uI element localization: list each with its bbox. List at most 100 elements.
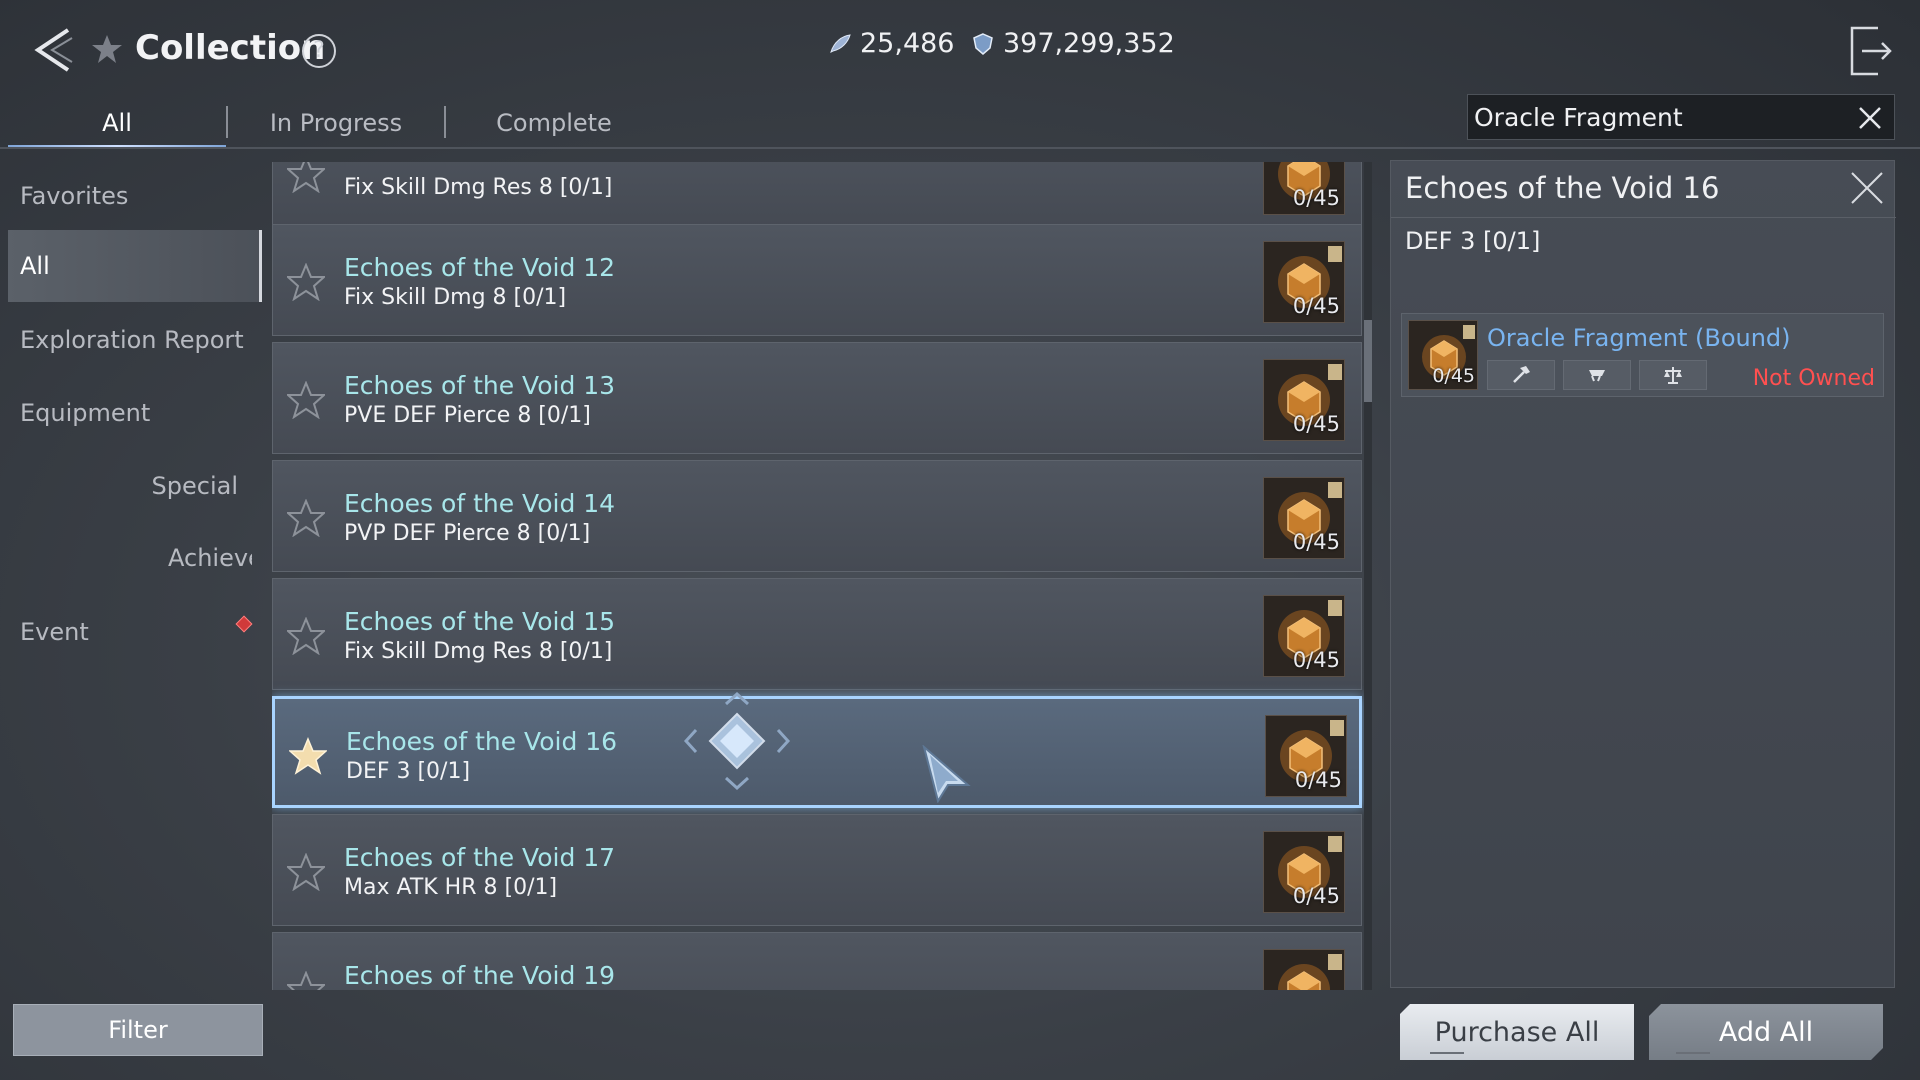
row-title: Echoes of the Void 19 bbox=[344, 961, 616, 990]
material-item-icon[interactable]: 0/45 bbox=[1408, 320, 1478, 390]
row-description: Fix Skill Dmg Res 8 [0/1] bbox=[344, 639, 613, 664]
row-title: Echoes of the Void 17 bbox=[344, 843, 616, 872]
tab-in-progress[interactable]: In Progress bbox=[228, 98, 444, 148]
scrollbar-track[interactable] bbox=[1364, 162, 1372, 990]
sidebar-item-exploration-report[interactable]: Exploration Report bbox=[8, 304, 262, 376]
tab-bar: All In Progress Complete bbox=[8, 98, 662, 148]
material-count: 0/45 bbox=[1292, 648, 1340, 672]
sidebar-item-all[interactable]: All bbox=[8, 230, 262, 302]
material-count: 0/45 bbox=[1292, 294, 1340, 318]
material-count: 0/45 bbox=[1294, 768, 1342, 792]
scale-icon bbox=[1664, 367, 1682, 384]
material-count: 0/45 bbox=[1292, 530, 1340, 554]
scrollbar-thumb[interactable] bbox=[1364, 320, 1372, 402]
row-title: Echoes of the Void 16 bbox=[346, 727, 618, 756]
sidebar-item-label: All bbox=[20, 252, 50, 280]
exit-icon[interactable] bbox=[1848, 24, 1894, 78]
page-title: Collection bbox=[135, 28, 326, 68]
favorite-star-icon[interactable] bbox=[287, 499, 325, 537]
shop-button[interactable] bbox=[1563, 360, 1631, 390]
list-item[interactable]: Echoes of the Void 19 bbox=[272, 932, 1362, 990]
row-description: Fix Skill Dmg 8 [0/1] bbox=[344, 285, 567, 310]
list-item[interactable]: Echoes of the Void 16 DEF 3 [0/1] 0/45 bbox=[272, 696, 1362, 808]
material-name[interactable]: Oracle Fragment (Bound) bbox=[1487, 324, 1791, 352]
detail-title: Echoes of the Void 16 bbox=[1405, 171, 1720, 205]
row-description: Fix Skill Dmg Res 8 [0/1] bbox=[344, 175, 613, 200]
currency-feather-value: 25,486 bbox=[860, 28, 955, 59]
list-item[interactable]: Echoes of the Void 17 Max ATK HR 8 [0/1] 0… bbox=[272, 814, 1362, 926]
detail-stat: DEF 3 [0/1] bbox=[1405, 227, 1541, 255]
row-description: PVP DEF Pierce 8 [0/1] bbox=[344, 521, 591, 546]
favorite-star-icon[interactable] bbox=[287, 971, 325, 990]
craft-button[interactable] bbox=[1487, 360, 1555, 390]
favorite-star-icon[interactable] bbox=[287, 162, 325, 193]
sidebar-item-special[interactable]: Special bbox=[8, 450, 252, 522]
favorite-star-icon[interactable] bbox=[287, 853, 325, 891]
material-actions bbox=[1487, 360, 1707, 390]
currency-feather: 25,486 bbox=[828, 28, 954, 59]
list-item[interactable]: Fix Skill Dmg Res 8 [0/1] 0/45 bbox=[272, 162, 1362, 228]
search-input[interactable] bbox=[1468, 95, 1838, 139]
favorite-star-icon[interactable] bbox=[289, 737, 327, 775]
material-item-icon[interactable]: 0/45 bbox=[1265, 715, 1347, 797]
sidebar-item-label: Equipment bbox=[20, 399, 151, 427]
collection-list: Fix Skill Dmg Res 8 [0/1] 0/45 Echoes of t… bbox=[272, 162, 1364, 990]
sidebar-item-label: Special bbox=[151, 472, 238, 500]
row-description: Max ATK HR 8 [0/1] bbox=[344, 875, 558, 900]
material-item-icon[interactable]: 0/45 bbox=[1263, 241, 1345, 323]
detail-panel: Echoes of the Void 16 DEF 3 [0/1] 0/45 O… bbox=[1390, 160, 1896, 988]
row-title: Echoes of the Void 14 bbox=[344, 489, 616, 518]
material-count: 0/45 bbox=[1292, 412, 1340, 436]
sidebar-item-label: Event bbox=[20, 618, 89, 646]
list-item[interactable]: Echoes of the Void 13 PVE DEF Pierce 8 [0… bbox=[272, 342, 1362, 454]
material-count: 0/45 bbox=[1292, 884, 1340, 908]
close-icon[interactable] bbox=[1848, 169, 1886, 207]
favorite-star-icon[interactable] bbox=[287, 381, 325, 419]
button-hint-line bbox=[1676, 1052, 1710, 1054]
sidebar-item-equipment[interactable]: Equipment bbox=[8, 377, 262, 449]
currency-gem: 397,299,352 bbox=[971, 28, 1175, 59]
row-description: PVE DEF Pierce 8 [0/1] bbox=[344, 403, 591, 428]
material-item-icon[interactable]: 0/45 bbox=[1263, 831, 1345, 913]
row-title: Echoes of the Void 12 bbox=[344, 253, 616, 282]
sidebar-item-favorites[interactable]: Favorites bbox=[8, 160, 262, 232]
hammer-icon bbox=[1513, 366, 1530, 383]
pointer-cursor-icon bbox=[922, 745, 971, 803]
currency-gem-value: 397,299,352 bbox=[1003, 28, 1175, 59]
cart-icon bbox=[1589, 370, 1605, 382]
star-icon bbox=[92, 35, 122, 63]
exchange-button[interactable] bbox=[1639, 360, 1707, 390]
help-icon[interactable]: ? bbox=[302, 34, 336, 68]
material-item-icon[interactable] bbox=[1263, 949, 1345, 990]
material-item-icon[interactable]: 0/45 bbox=[1263, 162, 1345, 215]
sidebar-item-label: Favorites bbox=[20, 182, 129, 210]
material-count: 0/45 bbox=[1432, 365, 1475, 387]
shield-gem-icon bbox=[973, 32, 993, 55]
material-item-icon[interactable]: 0/45 bbox=[1263, 359, 1345, 441]
material-item-icon[interactable]: 0/45 bbox=[1263, 595, 1345, 677]
sidebar-item-achievement[interactable]: Achievement bbox=[8, 522, 252, 594]
material-count: 0/45 bbox=[1292, 186, 1340, 210]
top-bar: Collection ? 25,486 397,299,352 bbox=[0, 0, 1920, 100]
tab-complete[interactable]: Complete bbox=[446, 98, 662, 148]
row-title: Echoes of the Void 15 bbox=[344, 607, 616, 636]
material-item-icon[interactable]: 0/45 bbox=[1263, 477, 1345, 559]
search-box bbox=[1467, 94, 1895, 140]
row-title: Echoes of the Void 13 bbox=[344, 371, 616, 400]
oracle-fragment-icon bbox=[1264, 950, 1344, 990]
sidebar-item-event[interactable]: Event bbox=[8, 596, 262, 668]
selection-dpad-icon bbox=[683, 691, 791, 791]
list-item[interactable]: Echoes of the Void 15 Fix Skill Dmg Res 8… bbox=[272, 578, 1362, 690]
favorite-star-icon[interactable] bbox=[287, 263, 325, 301]
list-item[interactable]: Echoes of the Void 12 Fix Skill Dmg 8 [0/… bbox=[272, 224, 1362, 336]
list-item[interactable]: Echoes of the Void 14 PVP DEF Pierce 8 [0… bbox=[272, 460, 1362, 572]
clear-search-icon[interactable] bbox=[1856, 104, 1884, 132]
material-row[interactable]: 0/45 Oracle Fragment (Bound) Not Owned bbox=[1401, 313, 1884, 397]
filter-button[interactable]: Filter bbox=[13, 1004, 263, 1056]
button-hint-line bbox=[1430, 1052, 1464, 1054]
favorite-star-icon[interactable] bbox=[287, 617, 325, 655]
feather-icon bbox=[830, 33, 851, 53]
sidebar-item-label: Achievement bbox=[168, 544, 252, 572]
back-arrow-icon[interactable] bbox=[30, 26, 78, 74]
tab-all[interactable]: All bbox=[8, 98, 226, 148]
